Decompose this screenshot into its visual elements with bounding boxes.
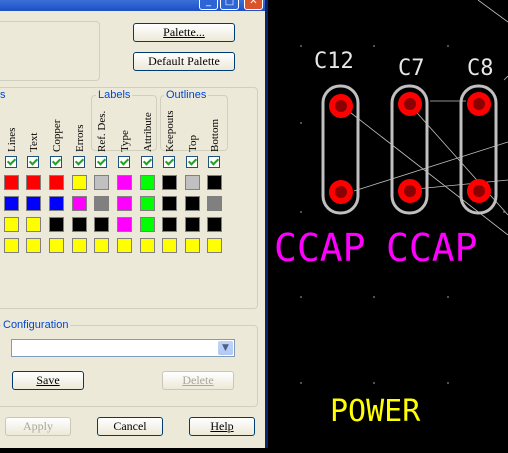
color-swatch[interactable] bbox=[185, 175, 200, 190]
color-swatch[interactable] bbox=[207, 175, 222, 190]
column-header: Copper bbox=[49, 112, 67, 152]
color-swatch[interactable] bbox=[140, 238, 155, 253]
save-button[interactable]: Save bbox=[12, 371, 84, 390]
color-swatch[interactable] bbox=[94, 196, 109, 211]
color-swatch[interactable] bbox=[140, 175, 155, 190]
refdes-c12: C12 bbox=[314, 49, 354, 74]
color-swatch[interactable] bbox=[162, 175, 177, 190]
delete-button[interactable]: Delete bbox=[162, 371, 234, 390]
palette-button[interactable]: Palette... bbox=[133, 23, 235, 42]
dialog-title-bar: _ □ ✕ bbox=[0, 0, 265, 11]
column-header: Lines bbox=[4, 112, 22, 152]
part-label-ccap-2: CCAP bbox=[386, 226, 478, 270]
column-header-label: Copper bbox=[51, 119, 63, 152]
color-swatch[interactable] bbox=[207, 238, 222, 253]
color-swatch[interactable] bbox=[72, 175, 87, 190]
visibility-checkbox[interactable] bbox=[141, 156, 153, 168]
color-swatch[interactable] bbox=[49, 196, 64, 211]
color-swatch[interactable] bbox=[162, 217, 177, 232]
minimize-button[interactable]: _ bbox=[199, 0, 218, 10]
refdes-c7: C7 bbox=[398, 56, 425, 81]
color-swatch[interactable] bbox=[185, 196, 200, 211]
color-swatch[interactable] bbox=[72, 196, 87, 211]
column-header: Keepouts bbox=[162, 110, 180, 152]
color-swatch[interactable] bbox=[72, 238, 87, 253]
net-label-power: POWER bbox=[330, 394, 421, 429]
palette-preview-box bbox=[0, 21, 100, 81]
visibility-checkbox[interactable] bbox=[118, 156, 130, 168]
color-swatch[interactable] bbox=[4, 196, 19, 211]
color-swatch[interactable] bbox=[26, 175, 41, 190]
color-swatch[interactable] bbox=[49, 217, 64, 232]
labels-group-label: Labels bbox=[96, 89, 133, 101]
visibility-checkbox[interactable] bbox=[50, 156, 62, 168]
color-swatch[interactable] bbox=[117, 217, 132, 232]
color-swatch[interactable] bbox=[4, 217, 19, 232]
component-pads bbox=[329, 92, 491, 204]
configuration-group bbox=[0, 325, 258, 407]
column-header: Bottom bbox=[207, 112, 225, 152]
color-swatch[interactable] bbox=[117, 238, 132, 253]
pcb-canvas[interactable]: C12 C7 C8 CCAP CCAP POWER bbox=[268, 0, 508, 448]
column-header: Text bbox=[26, 112, 44, 152]
color-swatch[interactable] bbox=[185, 217, 200, 232]
column-header-label: Bottom bbox=[209, 118, 221, 152]
visibility-checkbox[interactable] bbox=[27, 156, 39, 168]
color-swatch[interactable] bbox=[26, 238, 41, 253]
column-header-label: Text bbox=[28, 132, 40, 152]
color-swatch[interactable] bbox=[94, 175, 109, 190]
column-header-label: Attribute bbox=[142, 112, 154, 152]
color-swatch[interactable] bbox=[26, 217, 41, 232]
color-swatch[interactable] bbox=[72, 217, 87, 232]
visibility-checkbox[interactable] bbox=[73, 156, 85, 168]
cancel-button[interactable]: Cancel bbox=[97, 417, 163, 436]
apply-button[interactable]: Apply bbox=[5, 417, 71, 436]
visibility-checkbox[interactable] bbox=[95, 156, 107, 168]
color-swatch[interactable] bbox=[117, 175, 132, 190]
close-button[interactable]: ✕ bbox=[244, 0, 263, 10]
maximize-button[interactable]: □ bbox=[220, 0, 239, 10]
visibility-checkbox[interactable] bbox=[163, 156, 175, 168]
visibility-checkbox[interactable] bbox=[186, 156, 198, 168]
column-header-label: Lines bbox=[6, 127, 18, 152]
color-swatch[interactable] bbox=[94, 238, 109, 253]
outlines-group-label: Outlines bbox=[164, 89, 209, 101]
refdes-c8: C8 bbox=[467, 56, 494, 81]
color-swatch[interactable] bbox=[4, 175, 19, 190]
column-header-label: Top bbox=[187, 135, 199, 152]
color-swatch[interactable] bbox=[49, 175, 64, 190]
display-colors-dialog: _ □ ✕ Palette... Default Palette s Label… bbox=[0, 0, 265, 448]
color-swatch[interactable] bbox=[162, 196, 177, 211]
color-swatch[interactable] bbox=[117, 196, 132, 211]
column-header: Attribute bbox=[140, 112, 158, 152]
color-swatch[interactable] bbox=[185, 238, 200, 253]
color-swatch[interactable] bbox=[140, 196, 155, 211]
column-header: Top bbox=[185, 112, 203, 152]
column-header-label: Errors bbox=[74, 124, 86, 153]
color-swatch[interactable] bbox=[49, 238, 64, 253]
visibility-checkbox[interactable] bbox=[208, 156, 220, 168]
column-header: Ref. Des. bbox=[94, 110, 112, 152]
configuration-group-label: Configuration bbox=[1, 319, 71, 331]
column-header-label: Type bbox=[119, 130, 131, 152]
color-swatch[interactable] bbox=[94, 217, 109, 232]
column-header: Errors bbox=[72, 112, 90, 153]
color-swatch[interactable] bbox=[207, 217, 222, 232]
default-palette-button[interactable]: Default Palette bbox=[133, 52, 235, 71]
chevron-down-icon[interactable]: ▼ bbox=[218, 341, 233, 355]
help-button[interactable]: Help bbox=[189, 417, 255, 436]
color-swatch[interactable] bbox=[207, 196, 222, 211]
column-header-label: Ref. Des. bbox=[96, 110, 108, 152]
part-label-ccap-1: CCAP bbox=[274, 226, 366, 270]
column-header: Type bbox=[117, 112, 135, 152]
group-label-partial: s bbox=[0, 89, 8, 101]
color-swatch[interactable] bbox=[4, 238, 19, 253]
configuration-dropdown[interactable]: ▼ bbox=[11, 339, 235, 357]
color-swatch[interactable] bbox=[162, 238, 177, 253]
color-swatch[interactable] bbox=[26, 196, 41, 211]
visibility-checkbox[interactable] bbox=[5, 156, 17, 168]
color-swatch[interactable] bbox=[140, 217, 155, 232]
column-header-label: Keepouts bbox=[164, 110, 176, 152]
